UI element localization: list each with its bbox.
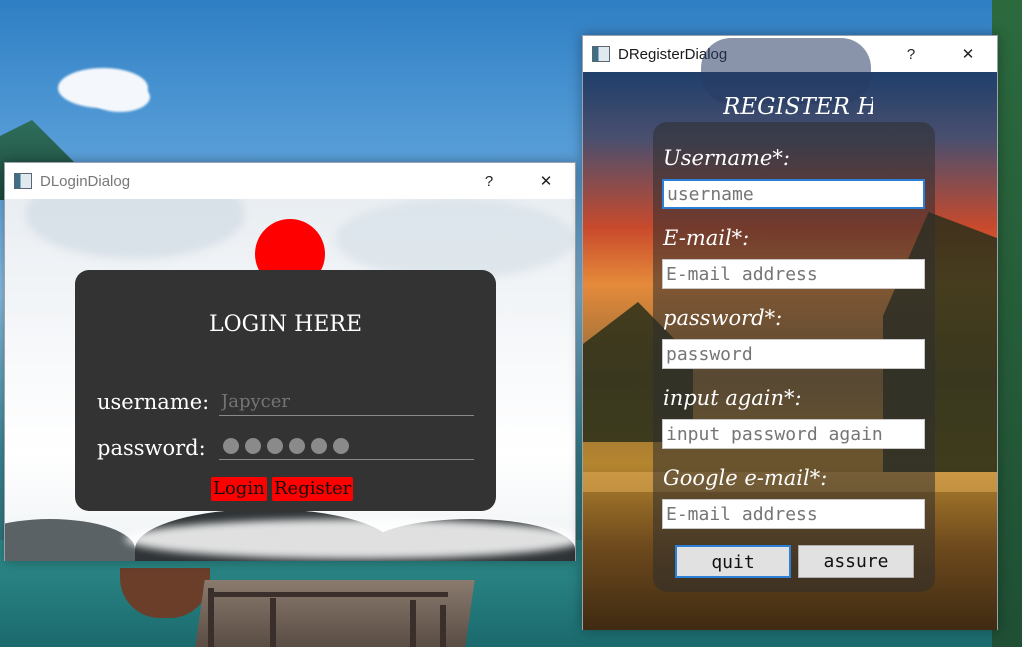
google-email-label: Google e-mail*:: [663, 466, 828, 490]
password-input[interactable]: [662, 339, 925, 369]
google-email-input[interactable]: [662, 499, 925, 529]
login-titlebar[interactable]: DLoginDialog ? ✕: [5, 163, 575, 199]
password-mask-dot: [333, 438, 349, 454]
password-mask-dot: [289, 438, 305, 454]
confirm-password-input[interactable]: [662, 419, 925, 449]
quit-button[interactable]: quit: [675, 545, 791, 578]
password-mask-dot: [223, 438, 239, 454]
app-window-icon: [14, 173, 32, 189]
login-window-title: DLoginDialog: [40, 172, 131, 190]
username-input[interactable]: [662, 179, 925, 209]
login-panel: LOGIN HERE username: password: Login Reg…: [75, 270, 496, 511]
login-dialog: DLoginDialog ? ✕ LOGIN HERE username: pa…: [4, 162, 576, 561]
login-heading: LOGIN HERE: [208, 312, 363, 337]
login-background: LOGIN HERE username: password: Login Reg…: [5, 199, 575, 561]
email-input[interactable]: [662, 259, 925, 289]
username-label: username:: [97, 390, 210, 414]
password-mask-dot: [267, 438, 283, 454]
password-mask-dot: [245, 438, 261, 454]
register-heading: REGISTER HE: [723, 94, 873, 120]
username-input[interactable]: [219, 388, 474, 416]
password-mask-dot: [311, 438, 327, 454]
password-label: password:: [97, 436, 206, 460]
help-button[interactable]: ?: [466, 163, 512, 199]
password-label: password*:: [663, 306, 783, 330]
register-button[interactable]: Register: [272, 477, 354, 501]
help-button[interactable]: ?: [888, 36, 934, 72]
register-dialog: DRegisterDialog ? ✕ REGISTER HE Username…: [582, 35, 998, 630]
assure-button[interactable]: assure: [798, 545, 914, 578]
close-button[interactable]: ✕: [945, 36, 991, 72]
login-button[interactable]: Login: [211, 477, 267, 501]
app-window-icon: [592, 46, 610, 62]
username-label: Username*:: [663, 146, 790, 170]
email-label: E-mail*:: [663, 226, 750, 250]
password-mask: [223, 438, 349, 454]
confirm-password-label: input again*:: [663, 386, 802, 410]
close-button[interactable]: ✕: [523, 163, 569, 199]
